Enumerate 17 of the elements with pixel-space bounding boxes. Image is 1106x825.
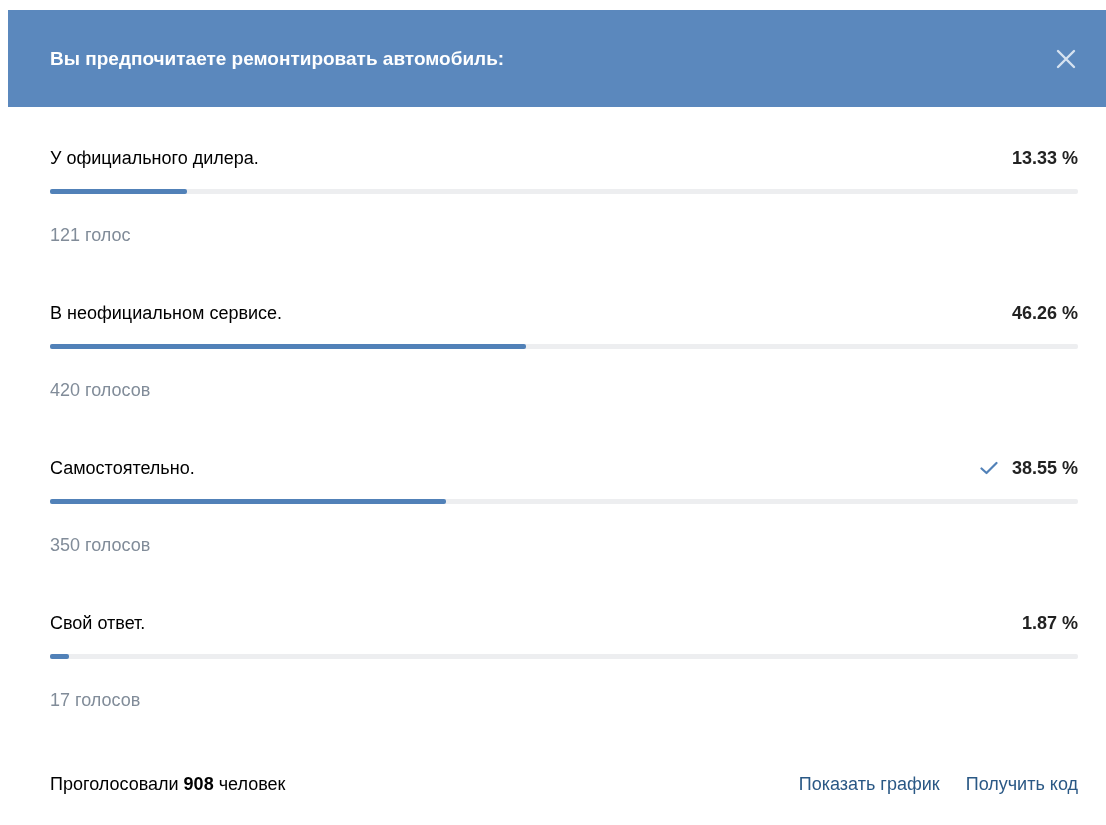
- option-label: Самостоятельно.: [50, 457, 195, 479]
- close-icon: [1056, 48, 1076, 69]
- vote-count: 350 голосов: [50, 535, 152, 556]
- footer-link[interactable]: Показать график: [798, 773, 940, 795]
- percent-value: 46.26 %: [1011, 302, 1078, 324]
- percent-value: 1.87 %: [1021, 612, 1078, 634]
- vote-count: 121 голос: [50, 225, 132, 246]
- option-label: У официального дилера.: [50, 147, 259, 169]
- percent-value: 38.55 %: [1011, 457, 1078, 479]
- option-label: Свой ответ.: [50, 612, 146, 634]
- vote-count: 420 голосов: [50, 380, 152, 401]
- percent-value: 13.33 %: [1011, 147, 1078, 169]
- total-voters: Проголосовали 908 человек: [50, 773, 286, 795]
- dialog-title: Вы предпочитаете ремонтировать автомобиль:: [50, 47, 505, 70]
- option-label: В неофициальном сервисе.: [50, 302, 283, 324]
- vote-count: 17 голосов: [50, 690, 142, 711]
- footer-link[interactable]: Получить код: [965, 773, 1078, 795]
